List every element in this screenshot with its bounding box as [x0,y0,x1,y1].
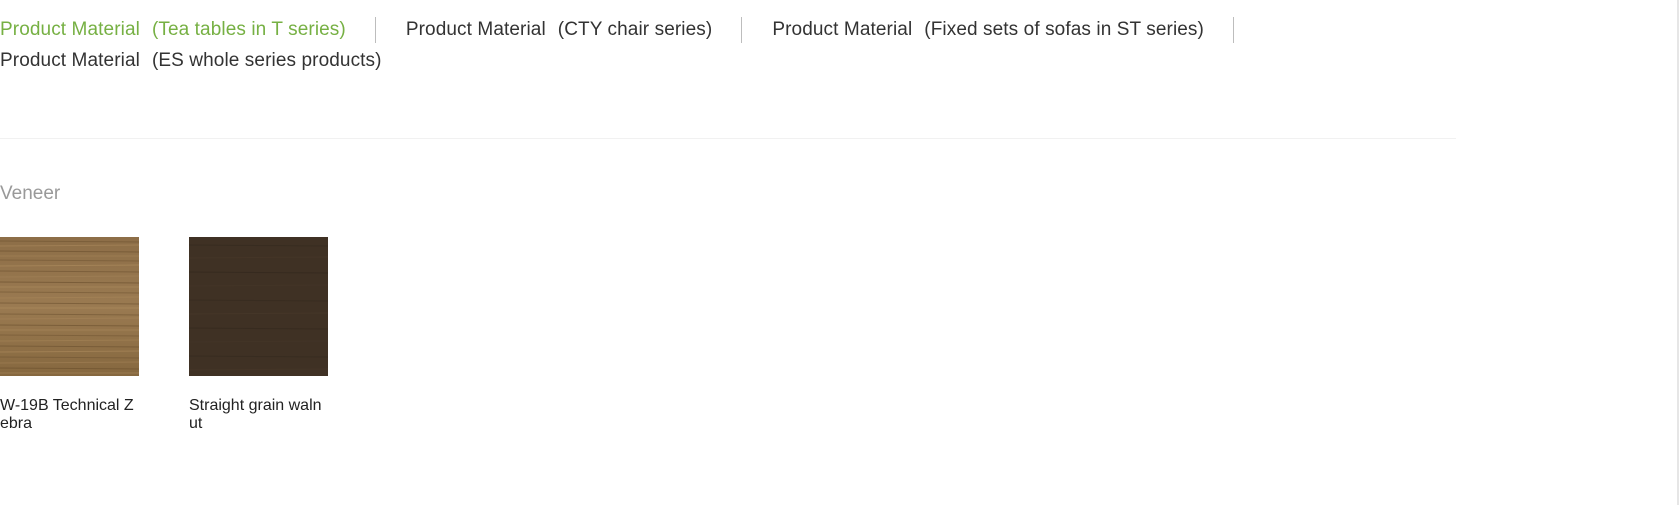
swatch-grid: W-19B Technical Zebra Straight grain wal… [0,237,328,433]
tab-separator [741,16,743,43]
tab-label-prefix: Product Material [405,19,546,40]
page: Product Material (Tea tables in T series… [0,0,1679,505]
tab-label-prefix: Product Material [0,50,140,71]
swatch-label: Straight grain walnut [189,397,322,432]
tab-label-prefix: Product Material [0,19,140,40]
tab-separator [374,16,376,43]
tab-row-2: Product Material (ES whole series produc… [0,45,1280,76]
tab-cty-chair[interactable]: Product Material (CTY chair series) [406,14,712,45]
section-divider [0,138,1456,139]
tab-row-1: Product Material (Tea tables in T series… [0,14,1280,45]
tab-label-detail: (CTY chair series) [557,19,713,40]
tab-label-detail: (Fixed sets of sofas in ST series) [924,19,1204,40]
tab-st-sofas[interactable]: Product Material (Fixed sets of sofas in… [772,14,1204,45]
section-title: Veneer [0,183,61,204]
tab-label-detail: (Tea tables in T series) [151,19,346,40]
tab-tea-tables[interactable]: Product Material (Tea tables in T series… [0,14,346,45]
swatch-item[interactable]: W-19B Technical Zebra [0,237,139,433]
walnut-wood-swatch-image [189,237,328,376]
tab-label-prefix: Product Material [772,19,913,40]
tab-separator [1232,16,1234,43]
swatch-item[interactable]: Straight grain walnut [189,237,328,433]
zebra-wood-swatch-image [0,237,139,376]
tab-label-detail: (ES whole series products) [151,50,382,71]
material-tabs: Product Material (Tea tables in T series… [0,14,1280,76]
tab-es-series[interactable]: Product Material (ES whole series produc… [0,45,382,76]
swatch-label: W-19B Technical Zebra [0,397,134,432]
